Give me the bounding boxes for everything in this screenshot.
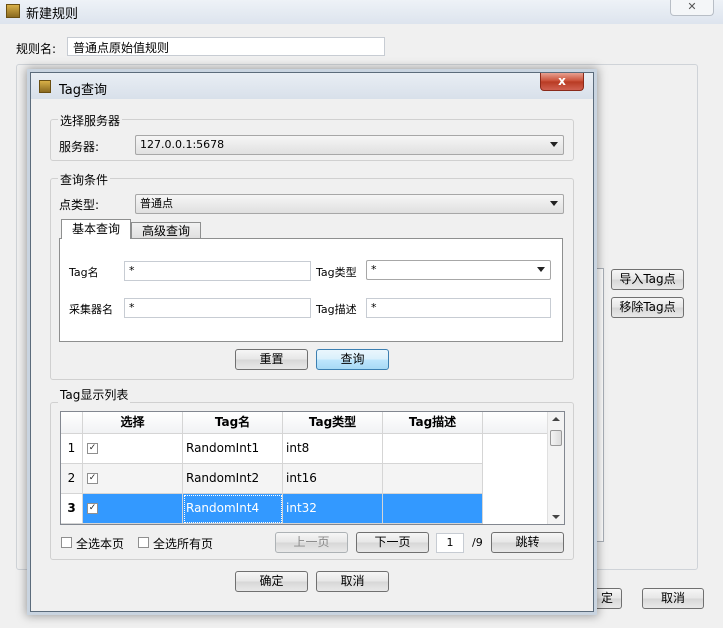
point-type-select-value: 普通点 bbox=[140, 197, 173, 210]
tag-desc-label: Tag描述 bbox=[316, 303, 357, 316]
scroll-up-icon[interactable] bbox=[552, 417, 560, 421]
tab-advanced-query[interactable]: 高级查询 bbox=[131, 222, 201, 239]
page-total: /9 bbox=[472, 536, 483, 549]
dialog-close-button[interactable]: x bbox=[540, 73, 584, 91]
select-cell: ✓ bbox=[83, 434, 183, 464]
point-type-select[interactable]: 普通点 bbox=[135, 194, 564, 214]
server-select[interactable]: 127.0.0.1:5678 bbox=[135, 135, 564, 155]
tag-desc-input[interactable]: * bbox=[366, 298, 551, 318]
tab-basic-query[interactable]: 基本查询 bbox=[61, 219, 131, 239]
select-page-label: 全选本页 bbox=[76, 537, 125, 551]
tag-type-cell: int8 bbox=[283, 434, 383, 464]
window-titlebar: 新建规则 bbox=[0, 0, 723, 24]
chevron-down-icon bbox=[537, 267, 545, 272]
table-scrollbar[interactable] bbox=[547, 412, 564, 524]
tag-query-dialog: Tag查询 x 选择服务器 服务器: 127.0.0.1:5678 查询条件 点… bbox=[30, 72, 594, 612]
import-tag-button[interactable]: 导入Tag点 bbox=[611, 269, 684, 290]
tag-list-group-title: Tag显示列表 bbox=[58, 386, 131, 403]
next-page-button[interactable]: 下一页 bbox=[356, 532, 429, 553]
page-number-input[interactable]: 1 bbox=[436, 533, 464, 553]
tag-desc-cell bbox=[383, 494, 483, 524]
scroll-thumb[interactable] bbox=[550, 430, 562, 446]
collector-name-label: 采集器名 bbox=[69, 303, 113, 316]
dialog-titlebar: Tag查询 x bbox=[31, 73, 593, 99]
table-corner-header bbox=[61, 412, 83, 434]
tag-name-label: Tag名 bbox=[69, 266, 99, 279]
basic-query-pane bbox=[59, 238, 563, 342]
column-header-filler bbox=[483, 412, 549, 434]
row-number: 1 bbox=[61, 434, 83, 464]
tag-table: 选择 Tag名 Tag类型 Tag描述 1 ✓ RandomInt1 int8 … bbox=[60, 411, 565, 525]
chevron-down-icon bbox=[550, 201, 558, 206]
scroll-down-icon[interactable] bbox=[552, 515, 560, 519]
select-page-checkbox[interactable] bbox=[61, 537, 72, 548]
tag-type-select-value: * bbox=[371, 263, 377, 276]
remove-tag-button[interactable]: 移除Tag点 bbox=[611, 297, 684, 318]
point-type-label: 点类型: bbox=[59, 198, 100, 212]
window-title: 新建规则 bbox=[26, 7, 79, 22]
tag-desc-cell bbox=[383, 464, 483, 494]
chevron-down-icon bbox=[550, 142, 558, 147]
column-header-tag-desc[interactable]: Tag描述 bbox=[383, 412, 483, 434]
ok-button[interactable]: 确定 bbox=[235, 571, 308, 592]
reset-button[interactable]: 重置 bbox=[235, 349, 308, 370]
tag-type-cell: int16 bbox=[283, 464, 383, 494]
column-header-select[interactable]: 选择 bbox=[83, 412, 183, 434]
server-group-title: 选择服务器 bbox=[58, 112, 123, 129]
tag-type-label: Tag类型 bbox=[316, 266, 357, 279]
rule-name-input[interactable]: 普通点原始值规则 bbox=[67, 37, 385, 56]
row-number: 2 bbox=[61, 464, 83, 494]
row-checkbox[interactable]: ✓ bbox=[87, 473, 98, 484]
query-button[interactable]: 查询 bbox=[316, 349, 389, 370]
jump-button[interactable]: 跳转 bbox=[491, 532, 564, 553]
tag-type-select[interactable]: * bbox=[366, 260, 551, 280]
tag-name-cell: RandomInt4 bbox=[183, 494, 283, 524]
rule-name-label: 规则名: bbox=[16, 42, 57, 56]
column-header-tag-name[interactable]: Tag名 bbox=[183, 412, 283, 434]
select-all-pages-label: 全选所有页 bbox=[153, 537, 214, 551]
tag-desc-cell bbox=[383, 434, 483, 464]
app-icon bbox=[6, 4, 20, 18]
tag-type-cell: int32 bbox=[283, 494, 383, 524]
collector-name-input[interactable]: * bbox=[124, 298, 311, 318]
tag-name-cell: RandomInt2 bbox=[183, 464, 283, 494]
prev-page-button[interactable]: 上一页 bbox=[275, 532, 348, 553]
dialog-title: Tag查询 bbox=[59, 83, 108, 98]
row-checkbox[interactable]: ✓ bbox=[87, 443, 98, 454]
query-group-title: 查询条件 bbox=[58, 171, 111, 188]
column-header-tag-type[interactable]: Tag类型 bbox=[283, 412, 383, 434]
row-number: 3 bbox=[61, 494, 83, 524]
tag-name-input[interactable]: * bbox=[124, 261, 311, 281]
server-select-value: 127.0.0.1:5678 bbox=[140, 138, 225, 151]
outer-cancel-button[interactable]: 取消 bbox=[642, 588, 704, 609]
select-cell: ✓ bbox=[83, 494, 183, 524]
row-checkbox[interactable]: ✓ bbox=[87, 503, 98, 514]
select-all-pages-checkbox[interactable] bbox=[138, 537, 149, 548]
dialog-app-icon bbox=[39, 80, 51, 93]
window-close-button[interactable]: ✕ bbox=[670, 0, 714, 16]
select-cell: ✓ bbox=[83, 464, 183, 494]
server-label: 服务器: bbox=[59, 140, 100, 154]
cancel-button[interactable]: 取消 bbox=[316, 571, 389, 592]
tag-name-cell: RandomInt1 bbox=[183, 434, 283, 464]
